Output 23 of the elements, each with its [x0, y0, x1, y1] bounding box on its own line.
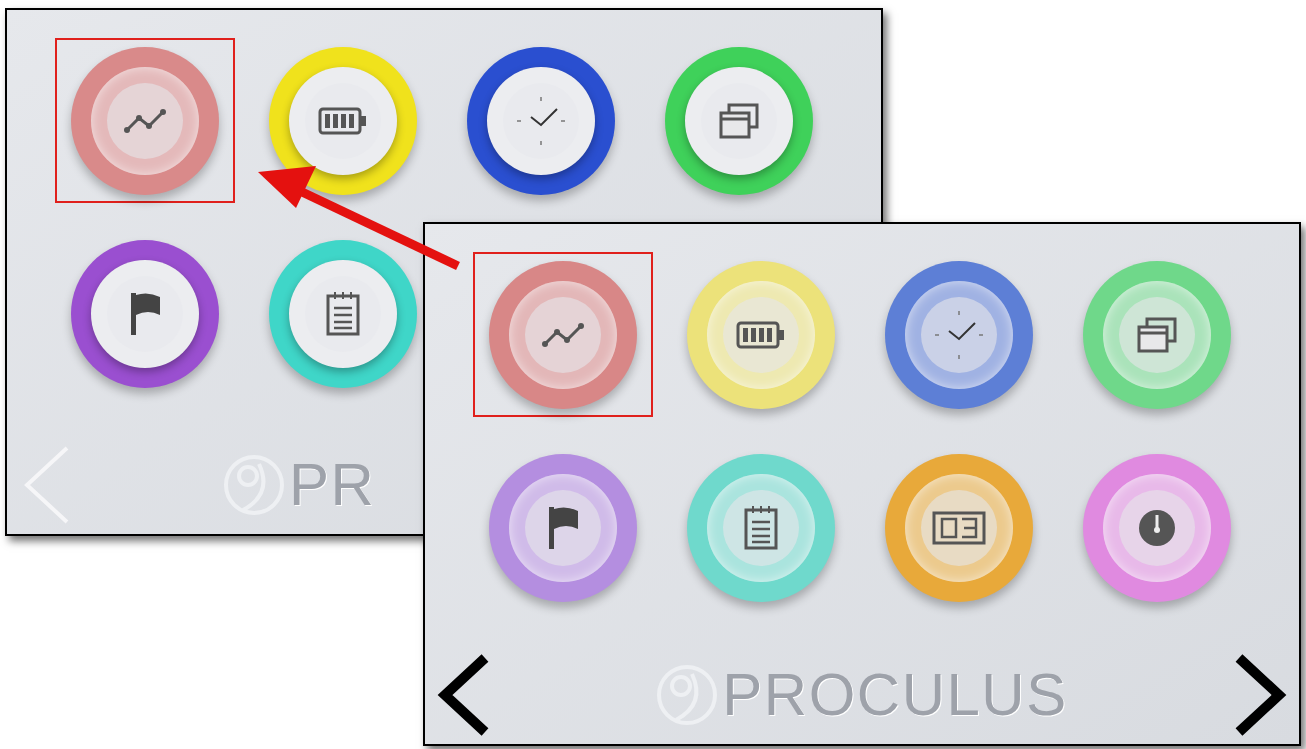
notepad-icon — [325, 290, 361, 337]
app-button[interactable] — [71, 239, 219, 388]
windows-icon — [1137, 316, 1177, 353]
logo-wordmark: PR — [289, 455, 376, 515]
logo-wordmark: PROCULUS — [722, 665, 1068, 725]
app-button[interactable] — [687, 260, 835, 409]
digital-display-icon — [932, 510, 986, 545]
app-button[interactable] — [1083, 453, 1231, 602]
back-chevron-icon[interactable] — [437, 654, 491, 736]
windows-icon — [719, 102, 759, 139]
notepad-icon — [743, 504, 779, 551]
app-button[interactable] — [885, 453, 1033, 602]
gauge-icon — [1137, 507, 1177, 548]
app-button[interactable] — [489, 453, 637, 602]
flag-icon — [128, 290, 162, 337]
app-button[interactable] — [687, 453, 835, 602]
forward-chevron-icon[interactable] — [1233, 654, 1287, 736]
battery-icon — [736, 320, 786, 349]
app-button[interactable] — [269, 239, 417, 388]
app-button[interactable] — [467, 46, 615, 195]
flag-icon — [546, 504, 580, 551]
app-button[interactable] — [269, 46, 417, 195]
battery-icon — [318, 106, 368, 135]
